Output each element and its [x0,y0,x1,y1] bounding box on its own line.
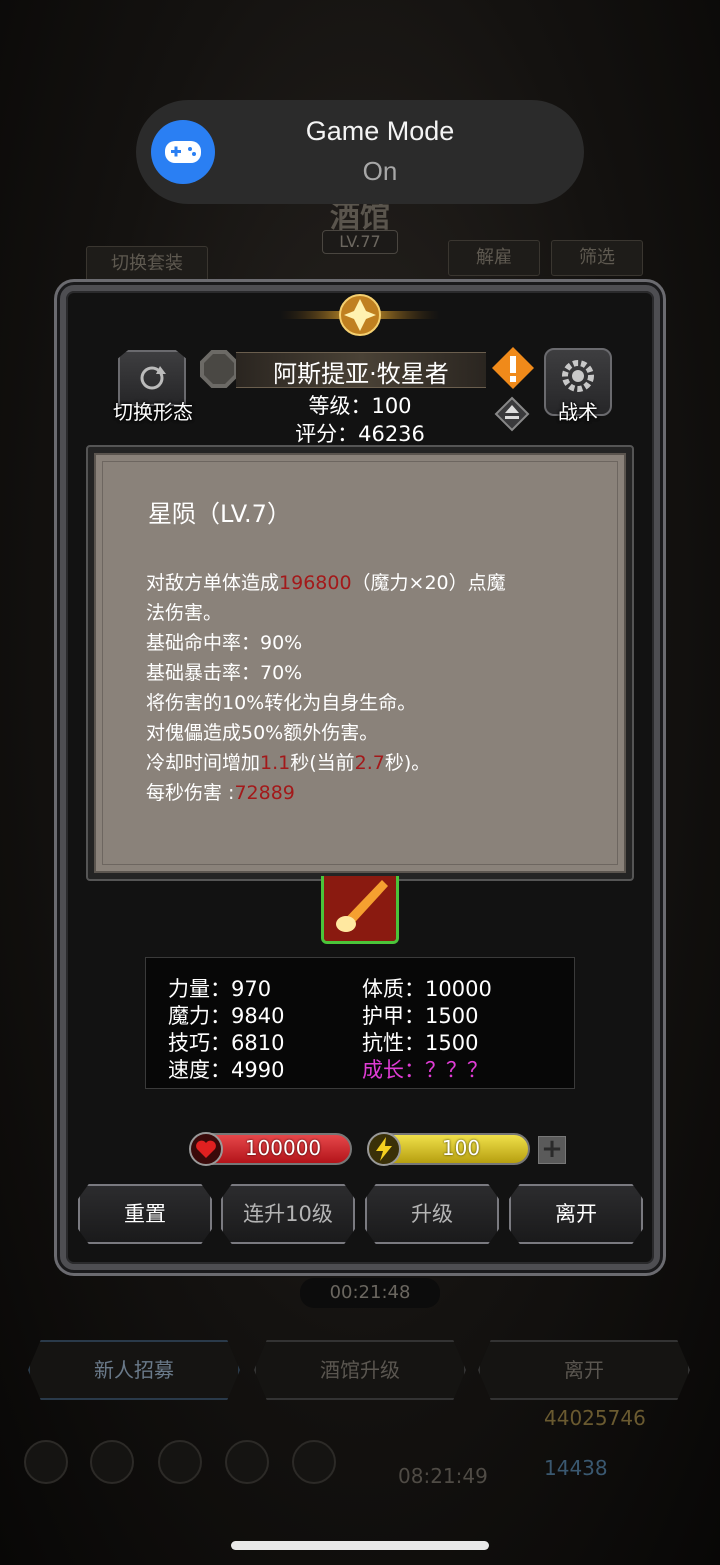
skill-cooldown: 冷却时间增加1.1秒(当前2.7秒)。 [146,748,430,775]
gem-amount: 14438 [544,1456,608,1480]
tavern-level: LV.77 [322,230,398,254]
menu-icon-4[interactable] [225,1440,269,1484]
attr-strength: 力量：970 [168,977,272,1001]
skill-desc-text: 对敌方单体造成 [146,572,280,594]
cooldown-current-value: 2.7 [354,752,385,774]
skill-damage-value: 196800 [279,572,352,594]
menu-icon-1[interactable] [24,1440,68,1484]
home-indicator[interactable] [231,1541,489,1550]
dps-value: 72889 [234,782,295,804]
add-energy-button[interactable]: + [538,1136,566,1164]
skill-bonus-damage: 对傀儡造成50%额外伤害。 [146,722,379,744]
skill-dps: 每秒伤害 :72889 [146,778,295,805]
skill-hit-rate: 基础命中率：90% [146,632,303,654]
game-clock: 08:21:49 [398,1464,488,1488]
level-up-10-button[interactable]: 连升10级 [221,1184,355,1244]
skill-crit-rate: 基础暴击率：70% [146,662,303,684]
attr-magic: 魔力：9840 [168,1004,285,1028]
dps-label: 每秒伤害 : [146,782,235,804]
filter-button[interactable]: 筛选 [551,240,643,276]
toast-title: Game Mode [305,116,455,146]
tab-new-recruit[interactable]: 新人招募 [28,1340,240,1400]
skill-title: 星陨（LV.7） [148,500,291,528]
meteor-skill-icon [324,876,396,941]
attr-skill: 技巧：6810 [168,1031,285,1055]
warning-icon[interactable] [490,345,536,391]
hp-value: 100000 [244,1136,322,1160]
cooldown-text: 冷却时间增加 [146,752,261,774]
toast-status: On [362,156,398,186]
tab-tavern-upgrade[interactable]: 酒馆升级 [254,1340,466,1400]
skill-desc-text: （魔力×20）点魔 [351,572,506,594]
hero-level: 等级：100 [308,394,412,418]
menu-icon-3[interactable] [158,1440,202,1484]
attr-resistance: 抗性：1500 [362,1031,479,1055]
sun-emblem-icon [280,294,440,336]
attr-constitution: 体质：10000 [362,977,492,1001]
hero-score: 评分：46236 [295,422,425,446]
switch-form-label: 切换形态 [113,400,193,424]
rank-octagon-icon [200,350,238,388]
attr-growth: 成长：？？？ [362,1058,488,1082]
attr-armor: 护甲：1500 [362,1004,479,1028]
cooldown-add-value: 1.1 [260,752,291,774]
skill-desc-line-2: 法伤害。 [146,602,223,624]
switch-outfit-button[interactable]: 切换套装 [86,246,208,282]
energy-value: 100 [441,1136,481,1160]
menu-icon-5[interactable] [292,1440,336,1484]
hero-name: 阿斯提亚·牧星者 [273,360,449,388]
leave-button[interactable]: 离开 [509,1184,643,1244]
dismiss-button[interactable]: 解雇 [448,240,540,276]
menu-icon-2[interactable] [90,1440,134,1484]
reset-button[interactable]: 重置 [78,1184,212,1244]
skill-lifesteal: 将伤害的10%转化为自身生命。 [146,692,417,714]
cooldown-text: 秒(当前 [290,752,355,774]
gear-icon [562,360,594,392]
tactics-label: 战术 [558,400,598,424]
level-up-button[interactable]: 升级 [365,1184,499,1244]
cooldown-text: 秒)。 [384,752,431,774]
gold-amount: 44025746 [544,1406,646,1430]
skill-desc-line-1: 对敌方单体造成196800（魔力×20）点魔 [146,568,506,595]
game-mode-toast: Game Mode On [136,100,584,204]
tab-leave[interactable]: 离开 [478,1340,690,1400]
skill-slot[interactable] [321,876,399,944]
recruit-timer: 00:21:48 [300,1278,440,1308]
attr-speed: 速度：4990 [168,1058,285,1082]
